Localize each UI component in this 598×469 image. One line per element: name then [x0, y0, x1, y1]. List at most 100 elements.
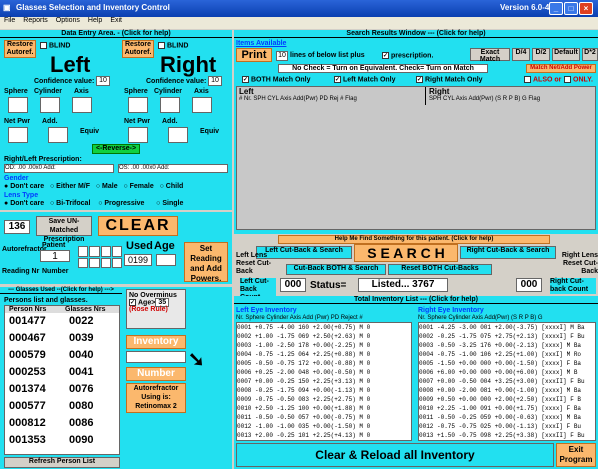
- blind-right-checkbox[interactable]: BLIND: [158, 42, 188, 49]
- d2-button[interactable]: D/2: [532, 48, 550, 61]
- maximize-icon[interactable]: □: [564, 2, 578, 15]
- reverse-button[interactable]: <-Reverse->: [92, 144, 140, 154]
- gender-female-radio[interactable]: ○ Female: [123, 183, 153, 190]
- clear-button[interactable]: CLEAR: [98, 216, 178, 236]
- table-row[interactable]: 0001 +0.75 -4.00 160 +2.00(+0.75) M 0: [237, 323, 411, 332]
- restore-autoref-left-button[interactable]: Restore Autoref.: [4, 40, 36, 58]
- restore-autoref-right-button[interactable]: Restore Autoref.: [122, 40, 154, 58]
- menu-options[interactable]: Options: [56, 17, 80, 24]
- left-inventory-list[interactable]: 0001 +0.75 -4.00 160 +2.00(+0.75) M 0 000…: [236, 322, 412, 441]
- left-confidence-input[interactable]: 10: [96, 76, 110, 86]
- cutback-both-button[interactable]: Cut-Back BOTH & Search: [286, 264, 386, 275]
- table-row[interactable]: 0004 -0.75 -1.00 106 +2.25(+1.00) [xxxI]…: [419, 350, 595, 359]
- table-row[interactable]: 0003 -1.00 -2.50 178 +0.00(-2.25) M 0: [237, 341, 411, 350]
- gender-dontcare-radio[interactable]: ● Don't care: [4, 183, 44, 190]
- right-inventory-list[interactable]: 0001 -4.25 -3.00 001 +2.00(-3.75) [xxxxI…: [418, 322, 596, 441]
- d4-button[interactable]: D/4: [512, 48, 530, 61]
- d2x-button[interactable]: D*2: [582, 48, 598, 61]
- right-cutback-search-button[interactable]: Right Cut-Back & Search: [460, 246, 556, 259]
- lens-progressive-radio[interactable]: ○ Progressive: [98, 200, 144, 207]
- list-item[interactable]: 000467 0039: [5, 330, 119, 347]
- inventory-header[interactable]: Total Inventory List --- (Click for help…: [234, 296, 598, 304]
- table-row[interactable]: 0005 -0.50 -0.75 172 +0.00(-0.88) M 0: [237, 359, 411, 368]
- table-row[interactable]: 0006 +0.25 -2.00 048 +0.00(-0.50) M 0: [237, 368, 411, 377]
- list-item[interactable]: 000812 0086: [5, 415, 119, 432]
- only-checkbox[interactable]: ONLY.: [564, 76, 593, 83]
- gender-either-radio[interactable]: ○ Either M/F: [50, 183, 90, 190]
- table-row[interactable]: 0011 -0.50 -0.25 059 +0.00(-0.63) [xxxx]…: [419, 413, 595, 422]
- set-reading-add-button[interactable]: Set Reading and Add Powers.: [184, 242, 228, 283]
- minimize-icon[interactable]: _: [549, 2, 563, 15]
- inventory-input[interactable]: [126, 351, 186, 363]
- menu-reports[interactable]: Reports: [23, 17, 48, 24]
- both-match-checkbox[interactable]: ✓ BOTH Match Only: [242, 76, 311, 83]
- reading-spinners[interactable]: [78, 246, 122, 268]
- used-input[interactable]: 0199: [124, 254, 152, 266]
- age-checkbox[interactable]: ✓ Age> 35: [129, 298, 183, 308]
- right-axis-input[interactable]: [192, 97, 212, 113]
- clear-reload-inventory-button[interactable]: Clear & Reload all Inventory: [236, 443, 554, 467]
- table-row[interactable]: 0010 +2.50 -1.25 100 +0.00(+1.88) M 0: [237, 404, 411, 413]
- right-lens-reset-label[interactable]: Right Lens Reset Cut-Back: [550, 252, 598, 276]
- list-item[interactable]: 001374 0076: [5, 381, 119, 398]
- table-row[interactable]: 0013 +2.00 -0.25 101 +2.25(+4.13) M 0: [237, 431, 411, 440]
- table-row[interactable]: 0006 +6.00 +0.00 000 +0.00(+6.00) [xxxx]…: [419, 368, 595, 377]
- list-item[interactable]: 001477 0022: [5, 313, 119, 330]
- menu-file[interactable]: File: [4, 17, 15, 24]
- glasses-used-list[interactable]: Person Nrs Glasses Nrs 001477 0022 000467 00…: [4, 305, 120, 455]
- table-row[interactable]: 0008 +0.00 -2.00 081 +0.00(-1.00) [xxxx]…: [419, 386, 595, 395]
- table-row[interactable]: 0013 +1.50 -0.75 098 +2.25(+3.38) [xxxII…: [419, 431, 595, 440]
- number-label-button[interactable]: Number: [126, 367, 186, 381]
- left-netpwr-input[interactable]: [8, 127, 28, 143]
- age-input[interactable]: [156, 254, 176, 266]
- right-confidence-input[interactable]: 10: [208, 76, 222, 86]
- table-row[interactable]: 0011 -0.50 -0.50 057 +0.00(-0.75) M 0: [237, 413, 411, 422]
- list-item[interactable]: 001353 0090: [5, 432, 119, 449]
- table-row[interactable]: 0008 -0.25 -1.75 094 +0.00(-1.13) M 0: [237, 386, 411, 395]
- gender-child-radio[interactable]: ○ Child: [160, 183, 184, 190]
- table-row[interactable]: 0009 -0.75 -0.50 083 +2.25(+2.75) M 0: [237, 395, 411, 404]
- refresh-person-list-button[interactable]: Refresh Person List: [4, 457, 120, 468]
- menu-exit[interactable]: Exit: [110, 17, 122, 24]
- list-item[interactable]: 000579 0040: [5, 347, 119, 364]
- data-entry-header[interactable]: Data Entry Area. - (Click for help): [0, 30, 232, 38]
- save-unmatched-button[interactable]: Save UN-Matched Prescription: [36, 216, 92, 243]
- menu-help[interactable]: Help: [88, 17, 102, 24]
- table-row[interactable]: 0001 -4.25 -3.00 001 +2.00(-3.75) [xxxxI…: [419, 323, 595, 332]
- table-row[interactable]: 0003 -0.50 -3.25 176 +0.00(-2.13) [xxxx]…: [419, 341, 595, 350]
- table-row[interactable]: 0012 -1.00 -1.00 035 +0.00(-1.50) M 0: [237, 422, 411, 431]
- list-item[interactable]: 000577 0080: [5, 398, 119, 415]
- right-netpwr-input[interactable]: [128, 127, 148, 143]
- inventory-label[interactable]: Inventory: [126, 335, 186, 349]
- right-cylinder-input[interactable]: [160, 97, 180, 113]
- print-button[interactable]: Print: [236, 48, 272, 62]
- table-row[interactable]: 0004 -0.75 -1.25 064 +2.25(+0.88) M 0: [237, 350, 411, 359]
- lens-dontcare-radio[interactable]: ● Don't care: [4, 200, 44, 207]
- glasses-used-header[interactable]: --- Glasses Used --(Click for help) --->: [0, 287, 122, 294]
- search-header[interactable]: Search Results Window --- (Click for hel…: [234, 30, 598, 38]
- patient-input[interactable]: 1: [40, 250, 70, 262]
- table-row[interactable]: 0012 -0.75 -0.75 025 +0.00(-1.13) [xxxI]…: [419, 422, 595, 431]
- right-match-checkbox[interactable]: ✓ Right Match Only: [416, 76, 483, 83]
- left-add-input[interactable]: [48, 127, 68, 143]
- table-row[interactable]: 0005 -1.50 +0.00 000 +0.00(-1.50) [xxxx]…: [419, 359, 595, 368]
- lens-bitrifocal-radio[interactable]: ○ Bi-Trifocal: [50, 200, 90, 207]
- reset-both-button[interactable]: Reset BOTH Cut-Backs: [388, 264, 492, 275]
- also-or-checkbox[interactable]: ALSO or: [524, 76, 561, 83]
- left-axis-input[interactable]: [72, 97, 92, 113]
- exit-program-button[interactable]: Exit Program: [556, 443, 596, 467]
- blind-left-checkbox[interactable]: BLIND: [40, 42, 70, 49]
- lens-single-radio[interactable]: ○ Single: [156, 200, 183, 207]
- search-button[interactable]: S E A R C H: [354, 244, 458, 262]
- left-sphere-input[interactable]: [8, 97, 28, 113]
- table-row[interactable]: 0002 -0.25 -1.75 075 +2.75(+2.13) [xxxxI…: [419, 332, 595, 341]
- table-row[interactable]: 0009 +0.50 +0.00 000 +2.00(+2.50) [xxxII…: [419, 395, 595, 404]
- print-lines-input[interactable]: 10: [276, 51, 288, 61]
- left-lens-reset-label[interactable]: Left Lens Reset Cut-Back: [236, 252, 274, 276]
- table-row[interactable]: 0007 +0.00 -0.50 004 +3.25(+3.00) [xxxII…: [419, 377, 595, 386]
- table-row[interactable]: 0010 +2.25 -1.00 091 +0.00(+1.75) [xxxx]…: [419, 404, 595, 413]
- gender-male-radio[interactable]: ○ Male: [96, 183, 118, 190]
- help-find-button[interactable]: Help Me Find Something for this patient.…: [278, 235, 550, 244]
- left-match-checkbox[interactable]: ✓ Left Match Only: [334, 76, 396, 83]
- table-row[interactable]: 0007 +0.00 -0.25 150 +2.25(+3.13) M 0: [237, 377, 411, 386]
